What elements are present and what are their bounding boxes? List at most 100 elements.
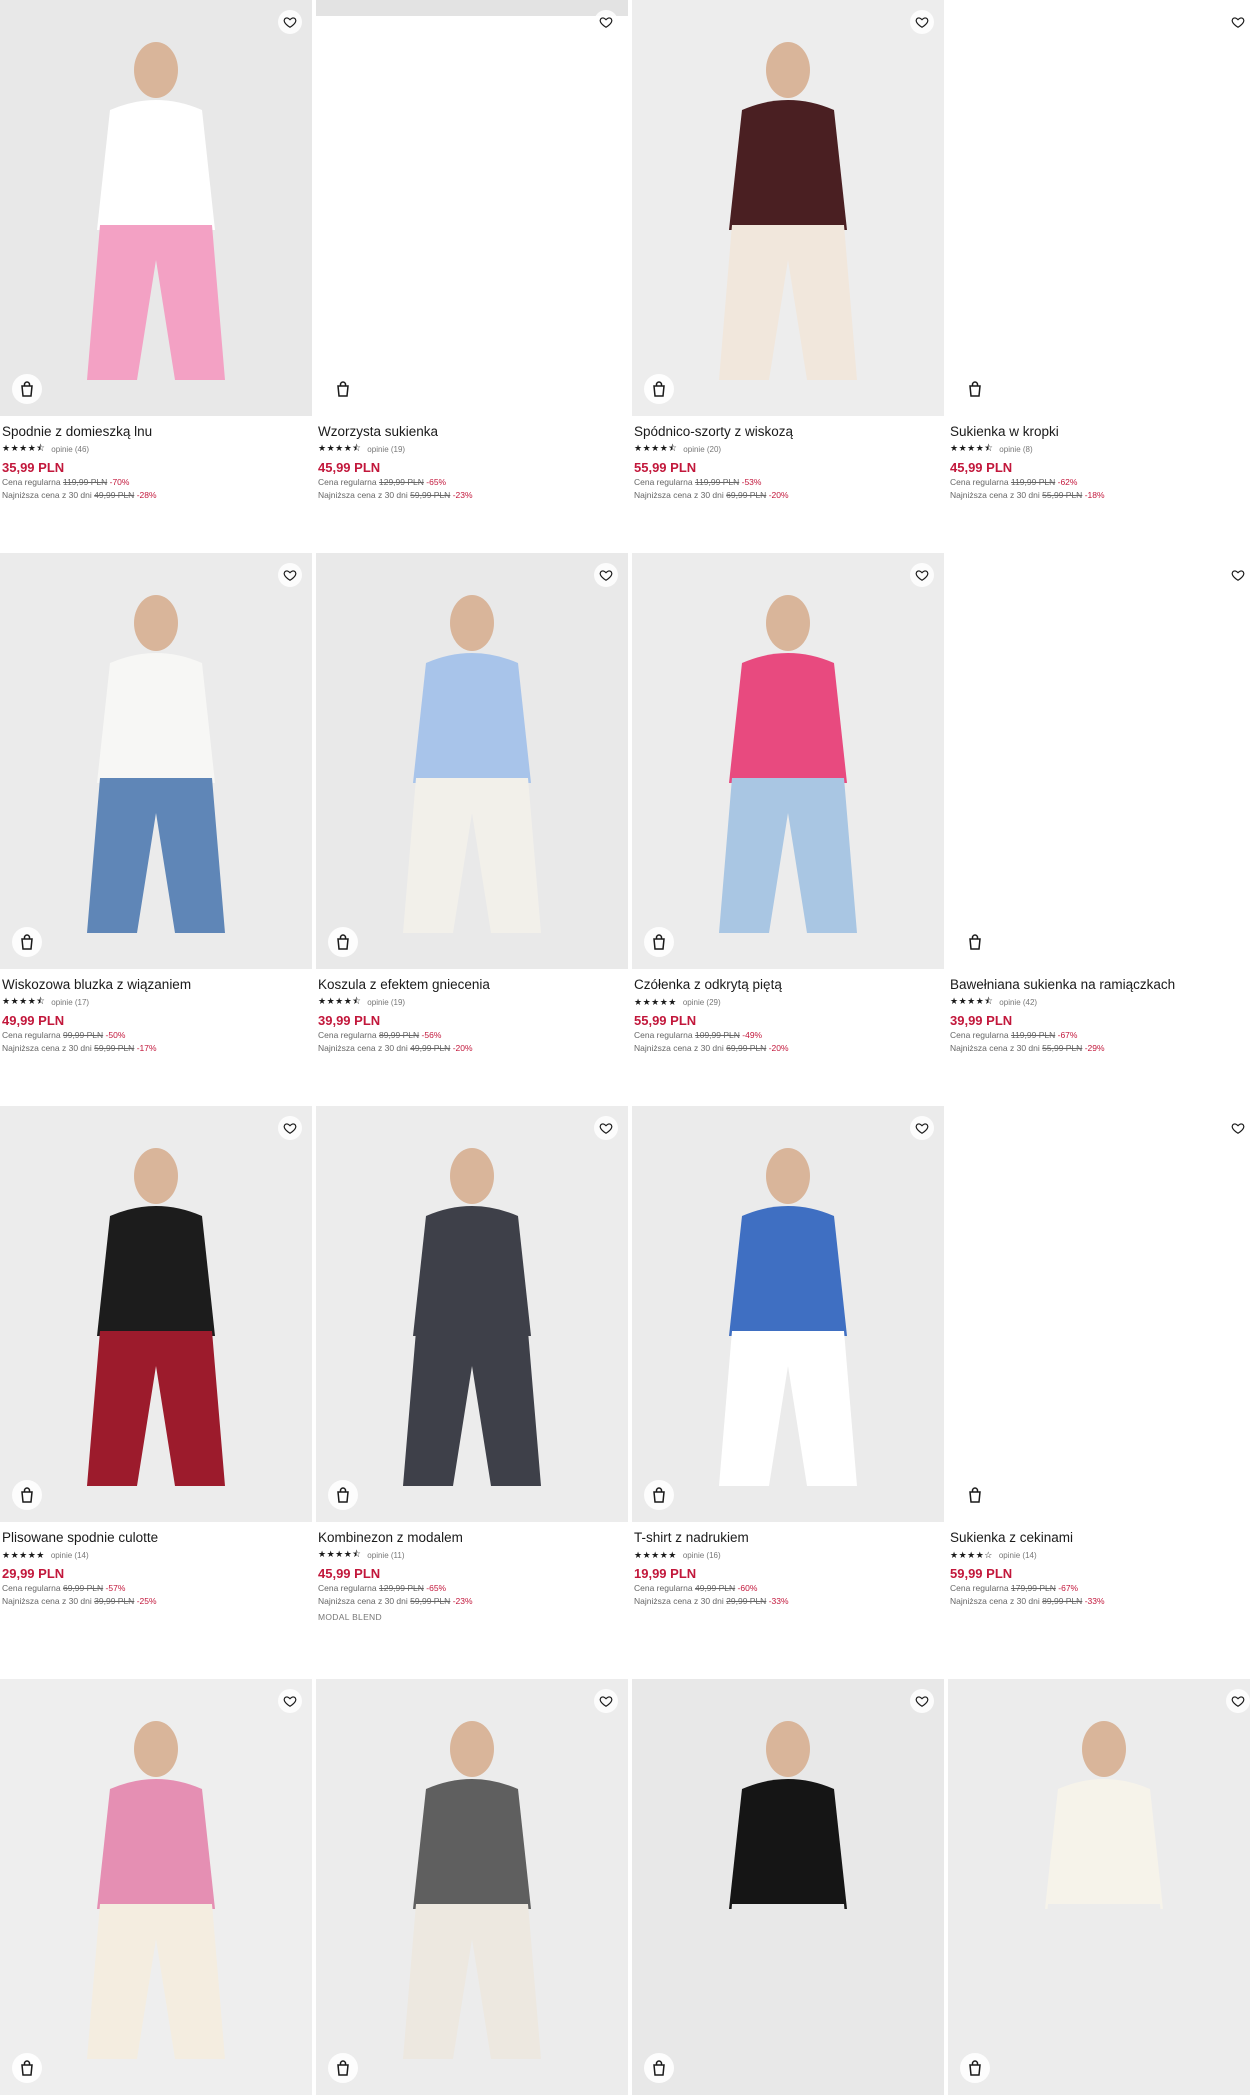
product-image[interactable] xyxy=(948,1679,1250,2095)
add-to-cart-button[interactable] xyxy=(644,2053,674,2083)
lowest-price-label: Najniższa cena z 30 dni xyxy=(950,490,1040,500)
add-to-wishlist-button[interactable] xyxy=(594,1116,618,1140)
regular-price-label: Cena regularna xyxy=(950,1030,1009,1040)
heart-icon xyxy=(283,568,297,582)
add-to-wishlist-button[interactable] xyxy=(594,563,618,587)
add-to-cart-button[interactable] xyxy=(12,2053,42,2083)
review-count[interactable]: opinie (14) xyxy=(51,1551,89,1560)
product-image[interactable] xyxy=(948,1106,1250,1522)
review-count[interactable]: opinie (20) xyxy=(683,445,721,454)
product-image[interactable] xyxy=(632,553,944,969)
add-to-wishlist-button[interactable] xyxy=(594,10,618,34)
product-image[interactable] xyxy=(632,1679,944,2095)
add-to-wishlist-button[interactable] xyxy=(910,563,934,587)
regular-price-line: Cena regularna 119,99 PLN -53% xyxy=(634,476,940,489)
review-count[interactable]: opinie (14) xyxy=(999,1551,1037,1560)
product-name[interactable]: Kombinezon z modalem xyxy=(318,1530,624,1546)
product-name[interactable]: Wiskozowa bluzka z wiązaniem xyxy=(2,977,308,993)
product-name[interactable]: Czółenka z odkrytą piętą xyxy=(634,977,940,993)
product-name[interactable]: Spodnie z domieszką lnu xyxy=(2,424,308,440)
product-name[interactable]: Sukienka z cekinami xyxy=(950,1530,1250,1546)
product-photo-placeholder xyxy=(632,0,944,416)
add-to-wishlist-button[interactable] xyxy=(278,563,302,587)
regular-price-line: Cena regularna 129,99 PLN -65% xyxy=(318,476,624,489)
add-to-cart-button[interactable] xyxy=(960,374,990,404)
review-count[interactable]: opinie (19) xyxy=(367,445,405,454)
product-image[interactable] xyxy=(316,553,628,969)
add-to-wishlist-button[interactable] xyxy=(278,1116,302,1140)
product-image[interactable] xyxy=(948,553,1250,969)
add-to-cart-button[interactable] xyxy=(644,927,674,957)
add-to-wishlist-button[interactable] xyxy=(594,1689,618,1713)
regular-price-label: Cena regularna xyxy=(318,1030,377,1040)
product-name[interactable]: Sukienka w kropki xyxy=(950,424,1250,440)
product-info: Sukienka z cekinami ★★★★☆ opinie (14) 59… xyxy=(950,1530,1250,1608)
product-image[interactable] xyxy=(948,0,1250,416)
product-name[interactable]: Bawełniana sukienka na ramiączkach xyxy=(950,977,1250,993)
shopping-bag-icon xyxy=(968,1487,982,1503)
add-to-wishlist-button[interactable] xyxy=(278,1689,302,1713)
product-info: Bawełniana sukienka na ramiączkach ★★★★⯪… xyxy=(950,977,1250,1055)
lowest-price-discount: -20% xyxy=(768,1043,789,1053)
image-loading-strip xyxy=(316,0,628,16)
add-to-wishlist-button[interactable] xyxy=(1226,1116,1250,1140)
product-image[interactable] xyxy=(0,1679,312,2095)
add-to-cart-button[interactable] xyxy=(12,374,42,404)
add-to-cart-button[interactable] xyxy=(328,374,358,404)
product-image[interactable] xyxy=(0,1106,312,1522)
heart-icon xyxy=(599,568,613,582)
regular-price-old: 119,99 PLN xyxy=(1010,477,1056,487)
product-image[interactable] xyxy=(0,553,312,969)
add-to-wishlist-button[interactable] xyxy=(1226,10,1250,34)
product-image[interactable] xyxy=(0,0,312,416)
shopping-bag-icon xyxy=(652,2060,666,2076)
product-photo-placeholder xyxy=(948,1679,1250,2095)
product-image[interactable] xyxy=(316,1679,628,2095)
product-info: T-shirt z nadrukiem ★★★★★ opinie (16) 19… xyxy=(634,1530,940,1608)
product-image[interactable] xyxy=(316,0,628,416)
add-to-wishlist-button[interactable] xyxy=(910,1689,934,1713)
product-name[interactable]: T-shirt z nadrukiem xyxy=(634,1530,940,1546)
add-to-wishlist-button[interactable] xyxy=(278,10,302,34)
regular-price-discount: -67% xyxy=(1057,1030,1078,1040)
review-count[interactable]: opinie (11) xyxy=(367,1551,404,1560)
add-to-cart-button[interactable] xyxy=(12,927,42,957)
product-image[interactable] xyxy=(316,1106,628,1522)
lowest-price-label: Najniższa cena z 30 dni xyxy=(950,1596,1040,1606)
product-name[interactable]: Koszula z efektem gniecenia xyxy=(318,977,624,993)
product-rating: ★★★★⯪ opinie (20) xyxy=(634,442,940,456)
lowest-price-line: Najniższa cena z 30 dni 39,99 PLN -25% xyxy=(2,1595,308,1608)
review-count[interactable]: opinie (42) xyxy=(999,998,1037,1007)
add-to-cart-button[interactable] xyxy=(328,1480,358,1510)
add-to-wishlist-button[interactable] xyxy=(910,10,934,34)
review-count[interactable]: opinie (29) xyxy=(683,998,721,1007)
shopping-bag-icon xyxy=(652,934,666,950)
review-count[interactable]: opinie (8) xyxy=(999,445,1032,454)
regular-price-line: Cena regularna 89,99 PLN -56% xyxy=(318,1029,624,1042)
regular-price-discount: -70% xyxy=(109,477,130,487)
review-count[interactable]: opinie (19) xyxy=(367,998,405,1007)
product-rating: ★★★★★ opinie (16) xyxy=(634,1548,940,1562)
product-name[interactable]: Plisowane spodnie culotte xyxy=(2,1530,308,1546)
heart-icon xyxy=(283,1121,297,1135)
review-count[interactable]: opinie (17) xyxy=(51,998,89,1007)
add-to-cart-button[interactable] xyxy=(328,2053,358,2083)
regular-price-old: 119,99 PLN xyxy=(1010,1030,1056,1040)
add-to-cart-button[interactable] xyxy=(960,927,990,957)
add-to-wishlist-button[interactable] xyxy=(1226,563,1250,587)
add-to-wishlist-button[interactable] xyxy=(910,1116,934,1140)
add-to-cart-button[interactable] xyxy=(960,1480,990,1510)
product-image[interactable] xyxy=(632,0,944,416)
add-to-cart-button[interactable] xyxy=(12,1480,42,1510)
add-to-cart-button[interactable] xyxy=(644,1480,674,1510)
product-image[interactable] xyxy=(632,1106,944,1522)
product-info: Wiskozowa bluzka z wiązaniem ★★★★⯪ opini… xyxy=(2,977,308,1055)
add-to-cart-button[interactable] xyxy=(960,2053,990,2083)
add-to-cart-button[interactable] xyxy=(328,927,358,957)
product-name[interactable]: Wzorzysta sukienka xyxy=(318,424,624,440)
product-name[interactable]: Spódnico-szorty z wiskozą xyxy=(634,424,940,440)
review-count[interactable]: opinie (16) xyxy=(683,1551,721,1560)
add-to-cart-button[interactable] xyxy=(644,374,674,404)
add-to-wishlist-button[interactable] xyxy=(1226,1689,1250,1713)
review-count[interactable]: opinie (46) xyxy=(51,445,89,454)
